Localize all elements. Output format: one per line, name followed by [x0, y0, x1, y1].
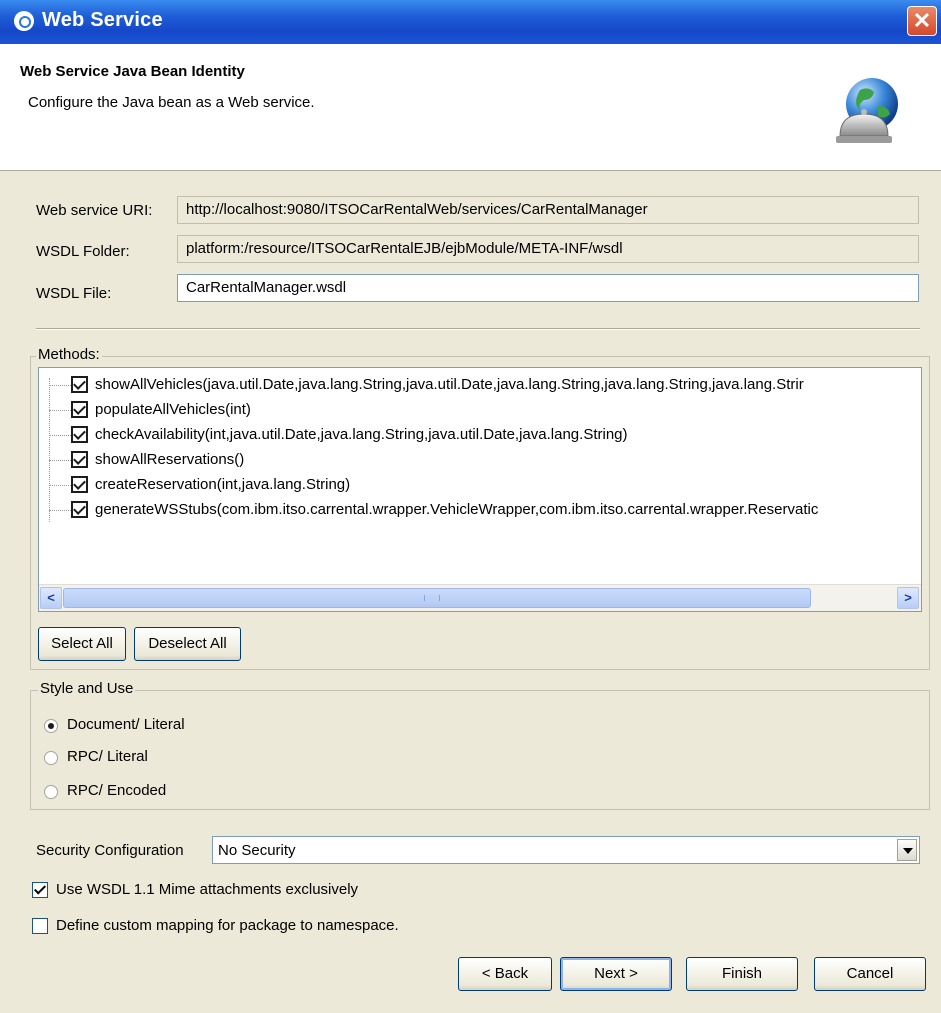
- chevron-down-icon[interactable]: [897, 839, 917, 861]
- document-literal-radio[interactable]: [44, 719, 58, 733]
- document-literal-label: Document/ Literal: [67, 716, 185, 733]
- rpc-literal-radio[interactable]: [44, 751, 58, 765]
- uri-label: Web service URI:: [36, 202, 153, 219]
- method-label: populateAllVehicles(int): [95, 401, 251, 418]
- web-service-dialog: Web Service ✕ Web Service Java Bean Iden…: [0, 0, 941, 1013]
- next-button[interactable]: Next >: [560, 957, 672, 991]
- window-title: Web Service: [42, 9, 163, 31]
- security-configuration-value: No Security: [218, 842, 296, 859]
- security-configuration-select[interactable]: No Security: [212, 836, 920, 864]
- close-button[interactable]: ✕: [907, 6, 937, 36]
- method-checkbox[interactable]: [71, 501, 88, 518]
- custom-mapping-checkbox[interactable]: [32, 918, 48, 934]
- method-checkbox[interactable]: [71, 476, 88, 493]
- method-checkbox[interactable]: [71, 376, 88, 393]
- method-checkbox[interactable]: [71, 426, 88, 443]
- mime-attachments-label: Use WSDL 1.1 Mime attachments exclusivel…: [56, 881, 359, 898]
- wsdl-file-label: WSDL File:: [36, 285, 112, 302]
- wsdl-folder-label: WSDL Folder:: [36, 243, 130, 260]
- method-label: showAllReservations(): [95, 451, 245, 468]
- app-icon: [14, 11, 34, 31]
- page-description: Configure the Java bean as a Web service…: [28, 94, 315, 111]
- deselect-all-button[interactable]: Deselect All: [134, 627, 241, 661]
- rpc-encoded-radio[interactable]: [44, 785, 58, 799]
- mime-attachments-checkbox[interactable]: [32, 882, 48, 898]
- method-label: showAllVehicles(java.util.Date,java.lang…: [95, 376, 804, 393]
- style-use-group-label: Style and Use: [38, 680, 136, 697]
- custom-mapping-label: Define custom mapping for package to nam…: [56, 917, 399, 934]
- scroll-left-button[interactable]: <: [40, 587, 62, 609]
- separator: [36, 328, 920, 330]
- rpc-encoded-label: RPC/ Encoded: [67, 782, 167, 799]
- methods-group-label: Methods:: [36, 346, 102, 363]
- scroll-right-button[interactable]: >: [897, 587, 919, 609]
- cancel-button[interactable]: Cancel: [814, 957, 926, 991]
- security-configuration-label: Security Configuration: [36, 842, 184, 859]
- wsdl-file-field[interactable]: CarRentalManager.wsdl: [177, 274, 919, 302]
- wsdl-folder-field[interactable]: platform:/resource/ITSOCarRentalEJB/ejbM…: [177, 235, 919, 263]
- title-bar[interactable]: Web Service ✕: [0, 0, 941, 44]
- method-label: generateWSStubs(com.ibm.itso.carrental.w…: [95, 501, 819, 518]
- wizard-banner: Web Service Java Bean Identity Configure…: [0, 44, 941, 171]
- method-label: createReservation(int,java.lang.String): [95, 476, 351, 493]
- methods-tree[interactable]: showAllVehicles(java.util.Date,java.lang…: [38, 367, 922, 612]
- rpc-literal-label: RPC/ Literal: [67, 748, 148, 765]
- scroll-thumb[interactable]: [63, 588, 811, 608]
- method-label: checkAvailability(int,java.util.Date,jav…: [95, 426, 628, 443]
- select-all-button[interactable]: Select All: [38, 627, 126, 661]
- tree-connector: [49, 378, 50, 522]
- finish-button[interactable]: Finish: [686, 957, 798, 991]
- method-checkbox[interactable]: [71, 401, 88, 418]
- horizontal-scrollbar[interactable]: < >: [39, 584, 921, 611]
- method-checkbox[interactable]: [71, 451, 88, 468]
- globe-bell-icon: [836, 78, 898, 143]
- back-button[interactable]: < Back: [458, 957, 552, 991]
- web-service-uri-field[interactable]: http://localhost:9080/ITSOCarRentalWeb/s…: [177, 196, 919, 224]
- page-heading: Web Service Java Bean Identity: [20, 63, 245, 80]
